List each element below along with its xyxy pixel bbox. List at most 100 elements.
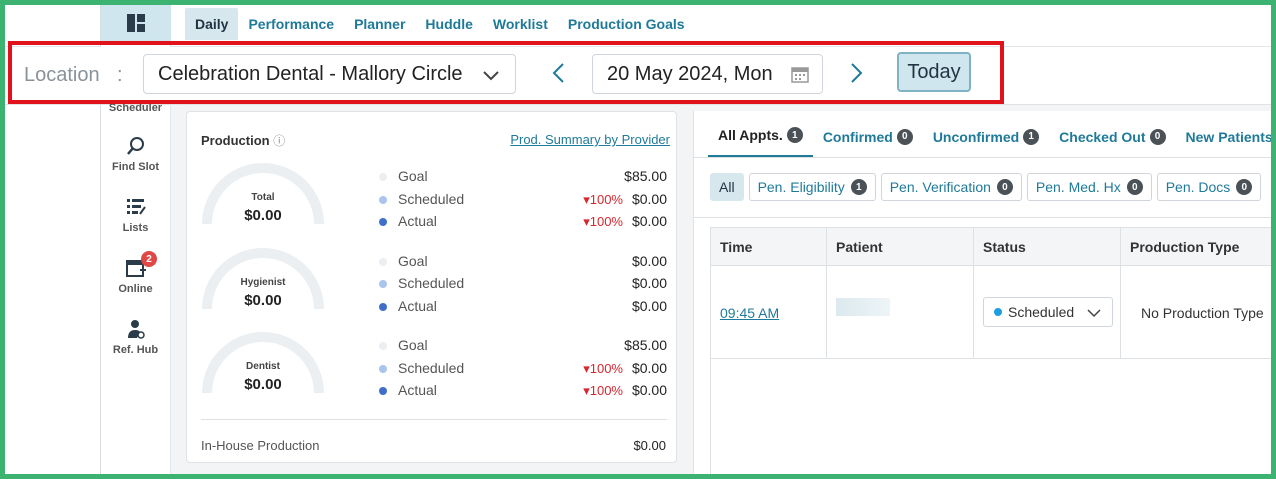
sidebar-item-label: Online xyxy=(118,283,153,295)
gauge-label: Total xyxy=(251,192,275,203)
tab-performance[interactable]: Performance xyxy=(238,8,344,40)
sidebar-item-scheduler[interactable]: Scheduler xyxy=(100,102,171,114)
metric-label: Goal xyxy=(398,337,428,353)
search-icon xyxy=(126,137,144,155)
column-header-time[interactable]: Time xyxy=(720,239,752,255)
chip-label: Pen. Med. Hx xyxy=(1035,179,1121,195)
legend-dot xyxy=(379,342,387,350)
row-divider xyxy=(711,358,1271,359)
status-value: Scheduled xyxy=(1008,304,1075,320)
patient-name-redacted[interactable] xyxy=(836,298,890,316)
filter-all[interactable]: All xyxy=(710,173,744,201)
legend-dot xyxy=(379,303,387,311)
filter-chips: All Pen. Eligibility 1 Pen. Verification… xyxy=(710,173,1262,201)
metric-value: $0.00 xyxy=(631,360,667,376)
count-badge: 1 xyxy=(786,127,803,143)
next-date-icon[interactable] xyxy=(847,61,865,85)
metric-label: Scheduled xyxy=(398,360,465,376)
column-separator xyxy=(1120,228,1121,358)
tab-all-appts[interactable]: All Appts. 1 xyxy=(708,127,813,158)
filter-pen-verification[interactable]: Pen. Verification 0 xyxy=(880,173,1022,201)
calendar-icon[interactable] xyxy=(790,64,810,84)
count-badge: 0 xyxy=(1149,128,1166,145)
appointment-time-link[interactable]: 09:45 AM xyxy=(720,305,779,321)
metric-hygienist-scheduled: Scheduled $0.00 xyxy=(379,275,667,295)
filter-pen-eligibility[interactable]: Pen. Eligibility 1 xyxy=(748,173,876,201)
metric-pct: ▾100% xyxy=(583,383,623,398)
location-label: Location xyxy=(24,64,100,86)
sidebar-item-find-slot[interactable]: Find Slot xyxy=(100,135,171,173)
appointments-table: Time Patient Status Production Type 09:4… xyxy=(710,227,1271,474)
info-icon[interactable]: ⓘ xyxy=(273,134,285,148)
gauge-label: Dentist xyxy=(246,361,280,372)
tab-label: Confirmed xyxy=(822,128,893,145)
metric-pct: ▾100% xyxy=(583,361,623,376)
tab-huddle[interactable]: Huddle xyxy=(415,8,482,40)
app-window: Daily Performance Planner Huddle Worklis… xyxy=(5,5,1271,474)
metric-label: Actual xyxy=(398,298,437,314)
metric-value: $0.00 xyxy=(631,213,667,229)
sidebar-item-ref-hub[interactable]: Ref. Hub xyxy=(100,318,171,356)
main-tabs: Daily Performance Planner Huddle Worklis… xyxy=(185,8,695,40)
gauge-value: $0.00 xyxy=(244,292,282,309)
filter-pen-med-hx[interactable]: Pen. Med. Hx 0 xyxy=(1026,173,1152,201)
metric-hygienist-actual: Actual $0.00 xyxy=(379,298,667,318)
metric-total-actual: Actual ▾100% $0.00 xyxy=(379,213,667,233)
legend-dot xyxy=(379,196,387,204)
metric-value: $0.00 xyxy=(631,191,667,207)
tab-production-goals[interactable]: Production Goals xyxy=(558,8,695,40)
column-header-status[interactable]: Status xyxy=(983,239,1026,255)
inhouse-label: In-House Production xyxy=(201,438,320,453)
sidebar-item-lists[interactable]: Lists xyxy=(100,196,171,234)
sidebar-item-label: Scheduler xyxy=(108,102,163,114)
metric-value: $0.00 xyxy=(631,298,667,314)
divider xyxy=(201,419,667,420)
count-badge: 0 xyxy=(1126,179,1143,195)
gauge-value: $0.00 xyxy=(244,207,282,224)
legend-dot xyxy=(379,258,387,266)
today-button[interactable]: Today xyxy=(897,52,971,92)
metric-label: Scheduled xyxy=(398,275,465,291)
metric-value: $85.00 xyxy=(624,168,667,184)
legend-dot xyxy=(379,173,387,181)
column-header-patient[interactable]: Patient xyxy=(836,239,883,255)
sidebar-item-label: Lists xyxy=(122,222,149,234)
production-title: Production ⓘ xyxy=(201,132,285,149)
referral-user-icon xyxy=(127,320,145,339)
filter-pen-docs[interactable]: Pen. Docs 0 xyxy=(1156,173,1262,201)
metric-dentist-actual: Actual ▾100% $0.00 xyxy=(379,382,667,402)
sidebar-item-label: Ref. Hub xyxy=(112,344,159,356)
production-card: Production ⓘ Prod. Summary by Provider T… xyxy=(186,111,677,463)
metric-value: $0.00 xyxy=(631,253,667,269)
status-dot xyxy=(994,308,1002,316)
tab-worklist[interactable]: Worklist xyxy=(483,8,558,40)
metric-dentist-scheduled: Scheduled ▾100% $0.00 xyxy=(379,360,667,380)
prev-date-icon[interactable] xyxy=(550,61,568,85)
date-field[interactable]: 20 May 2024, Mon xyxy=(592,54,823,94)
dashboard-logo-icon[interactable] xyxy=(101,5,171,41)
metric-value: $0.00 xyxy=(631,382,667,398)
gauge-label: Hygienist xyxy=(240,277,286,288)
tab-confirmed[interactable]: Confirmed 0 xyxy=(813,127,923,158)
column-header-production-type[interactable]: Production Type xyxy=(1130,239,1239,255)
location-dropdown[interactable]: Celebration Dental - Mallory Circle xyxy=(143,54,516,94)
legend-dot xyxy=(379,365,387,373)
count-badge: 0 xyxy=(996,179,1013,195)
online-badge: 2 xyxy=(141,251,157,267)
metric-label: Actual xyxy=(398,382,437,398)
gauge-dentist: Dentist $0.00 xyxy=(201,331,325,411)
prod-summary-link[interactable]: Prod. Summary by Provider xyxy=(510,132,670,147)
tab-daily[interactable]: Daily xyxy=(185,8,239,40)
production-title-text: Production xyxy=(201,133,270,148)
chevron-down-icon xyxy=(483,71,499,81)
tab-new-patients[interactable]: New Patients 0 xyxy=(1176,127,1271,158)
tab-planner[interactable]: Planner xyxy=(344,8,415,40)
divider xyxy=(694,217,1271,218)
sidebar-item-online[interactable]: 2 Online xyxy=(100,251,171,295)
metric-value: $85.00 xyxy=(624,337,667,353)
tab-checked-out[interactable]: Checked Out 0 xyxy=(1049,127,1175,158)
tab-unconfirmed[interactable]: Unconfirmed 1 xyxy=(923,127,1049,158)
count-badge: 1 xyxy=(1023,128,1040,145)
metric-pct: ▾100% xyxy=(583,192,623,207)
status-dropdown[interactable]: Scheduled xyxy=(983,297,1113,327)
